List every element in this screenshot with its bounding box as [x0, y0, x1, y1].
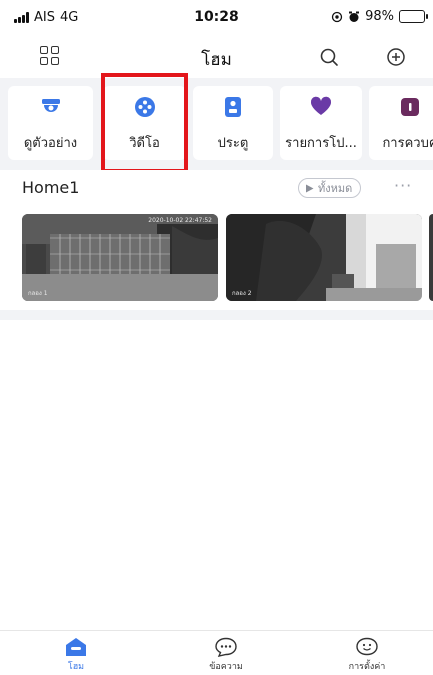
camera-label: กลอง 2	[232, 290, 252, 297]
location-icon	[331, 11, 343, 22]
shortcut-door[interactable]: ประตู	[193, 86, 273, 160]
status-right: 98%	[331, 9, 428, 24]
page-title: โฮม	[201, 50, 232, 70]
play-icon	[306, 184, 314, 192]
settings-face-icon	[356, 637, 378, 656]
shortcut-label: ประตู	[217, 136, 249, 151]
shortcut-control[interactable]: การควบคุ	[369, 86, 433, 160]
play-all-button[interactable]: ทั้งหมด	[298, 178, 362, 198]
section-separator	[0, 310, 433, 320]
shortcut-preview[interactable]: ดูตัวอย่าง	[8, 86, 93, 160]
search-icon[interactable]	[319, 47, 339, 67]
camera-thumbnail[interactable]: 2020-10-02 22:47:52 กลอง 1	[22, 214, 218, 301]
play-all-label: ทั้งหมด	[318, 182, 353, 195]
shortcut-label: รายการโป...	[285, 136, 357, 151]
camera-label: กลอง 1	[28, 290, 48, 297]
nav-home[interactable]: โฮม	[36, 637, 116, 673]
camera-timestamp: 2020-10-02 22:47:52	[148, 217, 212, 224]
shortcut-label: การควบคุ	[382, 136, 433, 151]
message-icon	[215, 637, 237, 657]
nav-label: ข้อความ	[209, 662, 243, 672]
nav-label: โฮม	[67, 662, 85, 672]
home-group-section: Home1 ทั้งหมด ··· 2020-10-02 22:47:52 กล…	[0, 170, 433, 310]
battery-percent: 98%	[365, 9, 394, 24]
heart-icon	[310, 96, 332, 115]
bottom-navigation: โฮม ข้อความ การตั้งค่า	[0, 631, 433, 675]
status-bar: AIS 4G 10:28 98%	[0, 0, 433, 36]
camera-preview-icon	[41, 99, 60, 112]
camera-feed-image	[22, 214, 218, 301]
shortcut-label: ดูตัวอย่าง	[23, 136, 78, 151]
shortcut-favorites[interactable]: รายการโป...	[280, 86, 362, 160]
camera-thumbnail[interactable]: กลอง 2	[226, 214, 422, 301]
more-options-button[interactable]: ···	[394, 176, 412, 195]
camera-feed-image	[226, 214, 422, 301]
group-title: Home1	[22, 178, 80, 197]
control-icon	[401, 98, 419, 116]
battery-charging-icon	[399, 10, 428, 23]
nav-settings[interactable]: การตั้งค่า	[327, 637, 407, 673]
camera-thumbnail-partial[interactable]	[429, 214, 433, 301]
app-header: โฮม	[0, 36, 433, 78]
nav-messages[interactable]: ข้อความ	[186, 637, 266, 673]
home-icon	[66, 638, 86, 656]
shortcut-bar: ดูตัวอย่าง วิดีโอ ประตู รายการโป... การค…	[0, 78, 433, 170]
add-circle-icon[interactable]	[386, 47, 406, 67]
nav-label: การตั้งค่า	[348, 662, 386, 672]
alarm-icon	[349, 11, 360, 22]
door-intercom-icon	[225, 97, 241, 117]
highlight-box	[101, 73, 188, 173]
